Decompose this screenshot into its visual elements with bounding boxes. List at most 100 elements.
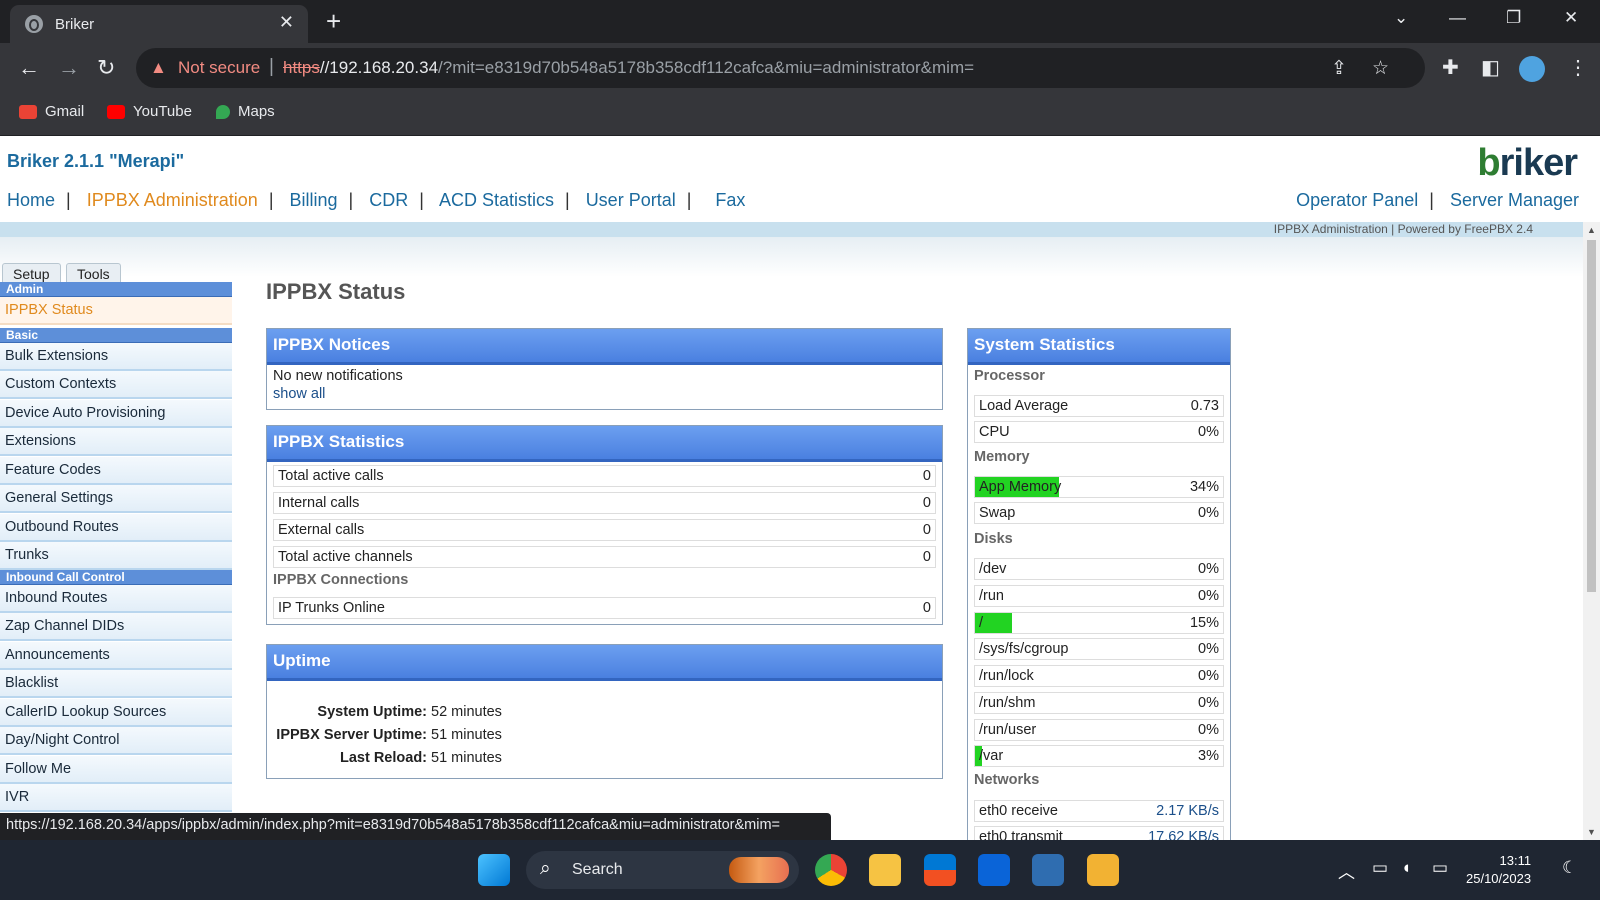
app-icon[interactable] bbox=[1087, 854, 1119, 886]
extensions-puzzle-icon[interactable]: ✚ bbox=[1442, 55, 1459, 80]
warning-triangle-icon[interactable]: ▲ bbox=[150, 58, 167, 78]
nav-fax[interactable]: Fax bbox=[715, 190, 745, 210]
sidebar-item-blacklist[interactable]: Blacklist bbox=[0, 670, 232, 698]
nav-home[interactable]: Home bbox=[7, 190, 55, 210]
address-url[interactable]: https//192.168.20.34/?mit=e8319d70b548a5… bbox=[283, 58, 974, 78]
sidebar-item-callerid-lookup-sources[interactable]: CallerID Lookup Sources bbox=[0, 699, 232, 727]
start-button-icon[interactable] bbox=[478, 854, 510, 886]
not-secure-label[interactable]: Not secure bbox=[178, 58, 260, 78]
gmail-icon bbox=[19, 104, 37, 119]
sys-value: 0% bbox=[1198, 695, 1219, 711]
sys-row: /run 0% bbox=[974, 585, 1224, 607]
clock[interactable]: 13:11 25/10/2023 bbox=[1466, 852, 1531, 888]
show-all-link[interactable]: show all bbox=[273, 386, 325, 402]
nav-cdr[interactable]: CDR bbox=[369, 190, 408, 210]
sys-label: Swap bbox=[979, 505, 1016, 521]
address-bar[interactable]: ▲ Not secure | https//192.168.20.34/?mit… bbox=[136, 48, 1425, 88]
sys-value: 17.62 KB/s bbox=[1148, 829, 1219, 840]
reload-button[interactable]: ↻ bbox=[97, 55, 115, 81]
sys-value: 3% bbox=[1198, 748, 1219, 764]
disks-heading: Disks bbox=[974, 531, 1013, 547]
network-icon[interactable]: ▭ bbox=[1372, 858, 1388, 878]
stat-row: Total active calls 0 bbox=[273, 465, 936, 487]
forward-button[interactable]: → bbox=[58, 55, 80, 81]
sidebar-item-device-auto-provisioning[interactable]: Device Auto Provisioning bbox=[0, 400, 232, 428]
window-close-button[interactable]: ✕ bbox=[1564, 8, 1578, 28]
stat-label: IP Trunks Online bbox=[278, 600, 385, 616]
share-icon[interactable]: ⇪ bbox=[1331, 57, 1347, 80]
minimize-button[interactable]: — bbox=[1449, 8, 1466, 28]
sidebar-item-ivr[interactable]: IVR bbox=[0, 784, 232, 812]
browser-tab[interactable]: Briker ✕ bbox=[10, 5, 308, 43]
bookmark-label: Gmail bbox=[45, 103, 85, 120]
sidebar-item-ippbx-status[interactable]: IPPBX Status bbox=[0, 297, 232, 325]
sys-value: 15% bbox=[1189, 615, 1219, 631]
show-hidden-icons-chevron-icon[interactable]: ︿ bbox=[1338, 858, 1355, 883]
new-tab-button[interactable]: + bbox=[326, 6, 341, 37]
sidebar-item-trunks[interactable]: Trunks bbox=[0, 542, 232, 570]
stat-value: 0 bbox=[922, 600, 931, 616]
uptime-row: Last Reload: 51 minutes bbox=[267, 750, 502, 766]
menu-kebab-icon[interactable]: ⋮ bbox=[1568, 55, 1588, 80]
back-button[interactable]: ← bbox=[18, 55, 40, 81]
sys-label: eth0 receive bbox=[979, 803, 1058, 819]
scrollbar-thumb[interactable] bbox=[1587, 240, 1596, 592]
sidebar-item-general-settings[interactable]: General Settings bbox=[0, 485, 232, 513]
restore-button[interactable]: ❐ bbox=[1506, 8, 1521, 28]
bookmark-gmail[interactable]: Gmail bbox=[19, 103, 84, 120]
side-panel-icon[interactable]: ◧ bbox=[1481, 55, 1500, 80]
file-explorer-icon[interactable] bbox=[869, 854, 901, 886]
notices-panel: IPPBX Notices No new notifications show … bbox=[266, 328, 943, 410]
sys-row: /var 3% bbox=[974, 745, 1224, 767]
sys-value: 0% bbox=[1198, 722, 1219, 738]
sidebar-item-outbound-routes[interactable]: Outbound Routes bbox=[0, 514, 232, 542]
chrome-icon[interactable] bbox=[815, 854, 847, 886]
virtualbox-icon[interactable] bbox=[1032, 854, 1064, 886]
sys-row: /run/shm 0% bbox=[974, 692, 1224, 714]
bookmark-label: YouTube bbox=[133, 103, 192, 120]
volume-icon[interactable]: ◖ bbox=[1401, 858, 1411, 878]
battery-icon[interactable]: ▭ bbox=[1432, 858, 1448, 878]
profile-avatar[interactable] bbox=[1519, 56, 1545, 82]
sys-row: eth0 transmit 17.62 KB/s bbox=[974, 826, 1224, 840]
tab-search-chevron-icon[interactable]: ⌄ bbox=[1394, 8, 1408, 28]
notifications-moon-icon[interactable]: ☾ bbox=[1562, 858, 1577, 878]
scroll-up-arrow-icon[interactable]: ▲ bbox=[1587, 225, 1596, 235]
sidebar-item-feature-codes[interactable]: Feature Codes bbox=[0, 457, 232, 485]
nav-acd-statistics[interactable]: ACD Statistics bbox=[439, 190, 554, 210]
header-gradient bbox=[0, 237, 1583, 277]
microsoft-store-icon[interactable] bbox=[924, 854, 956, 886]
sidebar-item-zap-channel-dids[interactable]: Zap Channel DIDs bbox=[0, 613, 232, 641]
mail-icon[interactable] bbox=[978, 854, 1010, 886]
nav-user-portal[interactable]: User Portal bbox=[586, 190, 676, 210]
taskbar-search-label: Search bbox=[572, 861, 623, 878]
sidebar-item-announcements[interactable]: Announcements bbox=[0, 642, 232, 670]
nav-operator-panel[interactable]: Operator Panel bbox=[1296, 190, 1418, 210]
app-title: Briker 2.1.1 "Merapi" bbox=[7, 151, 185, 171]
close-tab-icon[interactable]: ✕ bbox=[279, 12, 294, 33]
sidebar-item-follow-me[interactable]: Follow Me bbox=[0, 756, 232, 784]
sys-row: /dev 0% bbox=[974, 558, 1224, 580]
sidebar-item-custom-contexts[interactable]: Custom Contexts bbox=[0, 371, 232, 399]
sys-row: App Memory 34% bbox=[974, 476, 1224, 498]
bookmark-youtube[interactable]: YouTube bbox=[107, 103, 192, 120]
networks-heading: Networks bbox=[974, 772, 1040, 788]
nav-ippbx-administration[interactable]: IPPBX Administration bbox=[87, 190, 258, 210]
page-title: IPPBX Status bbox=[266, 279, 406, 304]
page-scrollbar[interactable]: ▲ ▼ bbox=[1583, 222, 1600, 840]
web-page: Briker 2.1.1 "Merapi" briker Home | IPPBX… bbox=[0, 136, 1583, 840]
sidebar-item-day-night-control[interactable]: Day/Night Control bbox=[0, 727, 232, 755]
sys-value: 0% bbox=[1198, 424, 1219, 440]
bookmark-star-icon[interactable]: ☆ bbox=[1372, 57, 1389, 80]
sidebar-item-extensions[interactable]: Extensions bbox=[0, 428, 232, 456]
sys-label: App Memory bbox=[979, 479, 1062, 495]
stat-label: Internal calls bbox=[278, 495, 360, 511]
bookmark-maps[interactable]: Maps bbox=[216, 103, 275, 120]
scroll-down-arrow-icon[interactable]: ▼ bbox=[1587, 827, 1596, 837]
sidebar-item-bulk-extensions[interactable]: Bulk Extensions bbox=[0, 343, 232, 371]
nav-server-manager[interactable]: Server Manager bbox=[1450, 190, 1579, 210]
sidebar-item-inbound-routes[interactable]: Inbound Routes bbox=[0, 585, 232, 613]
nav-billing[interactable]: Billing bbox=[290, 190, 338, 210]
sys-label: /dev bbox=[979, 561, 1007, 577]
taskbar-search[interactable]: ⌕ Search bbox=[526, 851, 799, 889]
